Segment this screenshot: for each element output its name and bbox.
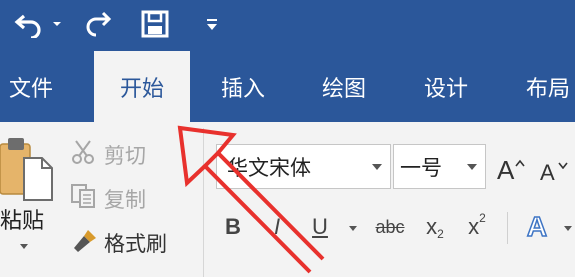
grow-font-label: A: [497, 155, 515, 185]
copy-icon: [70, 183, 98, 214]
caret-down-icon: [558, 154, 568, 173]
superscript-label: x: [468, 214, 480, 239]
underline-dropdown-icon[interactable]: [349, 226, 357, 231]
chevron-down-icon: [372, 164, 382, 170]
format-painter-button[interactable]: 格式刷: [70, 226, 167, 259]
subscript-button[interactable]: x2: [418, 207, 452, 247]
copy-button[interactable]: 复制: [70, 183, 146, 214]
cut-label: 剪切: [104, 143, 146, 168]
subscript-mark: 2: [437, 227, 444, 241]
format-painter-label: 格式刷: [104, 231, 167, 256]
shrink-font-label: A: [540, 160, 555, 185]
copy-label: 复制: [104, 187, 146, 212]
quick-access-toolbar: [0, 0, 575, 51]
bold-button[interactable]: B: [218, 207, 248, 247]
chevron-down-icon: [467, 164, 477, 170]
grow-font-button[interactable]: A: [497, 150, 529, 186]
underline-button[interactable]: U: [305, 207, 335, 247]
format-painter-icon: [70, 226, 98, 259]
italic-button[interactable]: I: [262, 207, 292, 247]
text-effects-dropdown-icon[interactable]: [564, 226, 572, 231]
tab-layout[interactable]: 布局: [510, 51, 575, 122]
tab-home[interactable]: 开始: [94, 51, 190, 122]
font-size-select[interactable]: 一号: [393, 144, 486, 189]
strikethrough-button[interactable]: abc: [368, 207, 412, 247]
cut-button[interactable]: 剪切: [70, 139, 146, 170]
paste-dropdown-icon[interactable]: [20, 244, 28, 249]
undo-dropdown-icon[interactable]: [50, 7, 64, 41]
undo-icon[interactable]: [12, 7, 46, 41]
customize-toolbar-icon[interactable]: [202, 7, 222, 41]
superscript-mark: 2: [479, 211, 486, 225]
font-size-value: 一号: [400, 155, 442, 180]
tab-file[interactable]: 文件: [0, 51, 62, 122]
caret-up-icon: [515, 152, 525, 171]
tab-draw[interactable]: 绘图: [306, 51, 382, 122]
format-divider: [507, 212, 508, 244]
shrink-font-button[interactable]: A: [540, 154, 575, 186]
paste-button[interactable]: [0, 134, 56, 204]
save-icon[interactable]: [138, 7, 172, 41]
tab-insert[interactable]: 插入: [205, 51, 281, 122]
superscript-button[interactable]: x2: [460, 207, 494, 247]
paste-label: 粘贴: [0, 209, 45, 234]
font-family-value: 华文宋体: [227, 155, 311, 180]
clipboard-icon: [0, 134, 56, 208]
text-effects-button[interactable]: A: [520, 207, 554, 247]
redo-icon[interactable]: [80, 7, 114, 41]
tab-design[interactable]: 设计: [408, 51, 484, 122]
font-family-select[interactable]: 华文宋体: [216, 144, 391, 189]
group-divider: [203, 128, 204, 277]
scissors-icon: [70, 139, 98, 170]
ribbon-tabs: 文件 开始 插入 绘图 设计 布局: [0, 51, 575, 122]
subscript-label: x: [426, 214, 438, 239]
